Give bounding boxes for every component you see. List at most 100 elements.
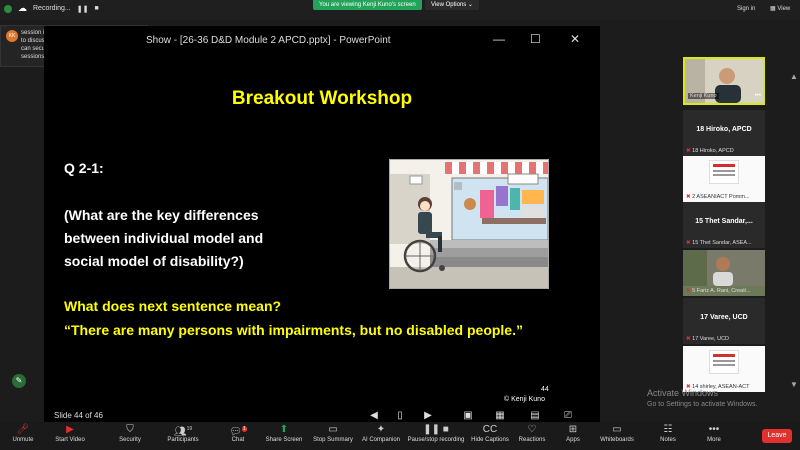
participants-button[interactable]: 👥︎19 Participants <box>164 422 202 450</box>
participant-label: ✖ 2 ASEANIACT Pomm... <box>686 194 750 200</box>
notes-button[interactable]: ☷ Notes <box>656 422 680 450</box>
apps-label: Apps <box>566 437 580 443</box>
security-button[interactable]: ⛉ Security <box>114 422 146 450</box>
chat-badge: 1 <box>241 426 247 432</box>
participant-tile[interactable]: 18 Hiroko, APCD ✖ 18 Hiroko, APCD <box>683 110 765 156</box>
summary-icon: ▭ <box>328 424 338 435</box>
share-screen-icon: ⬆ <box>279 424 289 435</box>
more-button[interactable]: ••• More <box>702 422 726 450</box>
reading-view-icon[interactable]: ▤ <box>529 410 541 422</box>
shared-powerpoint-window: Show - [26-36 D&D Module 2 APCD.pptx] - … <box>44 26 600 426</box>
quote-text: “There are many persons with impairments… <box>64 322 523 338</box>
chat-button[interactable]: 💬︎1 Chat <box>226 422 250 450</box>
participant-label-text: 15 Thet Sandar, ASEA... <box>692 240 752 246</box>
scroll-down-icon[interactable]: ▼ <box>790 380 798 389</box>
normal-view-icon[interactable]: ▣ <box>462 410 474 422</box>
participant-tile[interactable]: ✖ 14 shirley, ASEAN-ACT <box>683 346 765 392</box>
whiteboards-button[interactable]: ▭ Whiteboards <box>598 422 636 450</box>
top-bar: ☁ Recording... ❚❚ ■ You are viewing Kenj… <box>0 0 800 20</box>
stop-icon[interactable]: ■ <box>94 5 98 12</box>
participant-tile[interactable]: ✖ 5 Fariz A. Rani, Creati... <box>683 250 765 296</box>
slide-title: Breakout Workshop <box>231 88 413 109</box>
sparkle-icon: ✦ <box>376 424 386 435</box>
slide-show-icon[interactable]: ⎚ <box>562 410 574 422</box>
question-text: (What are the key differences between in… <box>64 204 263 273</box>
participant-tile[interactable]: 15 Thet Sandar,... ✖ 15 Thet Sandar, ASE… <box>683 202 765 248</box>
slide-counter: Slide 44 of 46 <box>54 411 103 420</box>
slide-canvas: Breakout Workshop Q 2-1: (What are the k… <box>44 56 600 408</box>
activate-windows-title: Activate Windows <box>647 388 719 398</box>
hide-captions-button[interactable]: CC Hide Captions <box>470 422 510 450</box>
participant-tile[interactable]: ✖ 2 ASEANIACT Pomm... <box>683 156 765 202</box>
sign-in-link[interactable]: Sign in <box>737 6 755 12</box>
zoom-meeting-window: ☁ Recording... ❚❚ ■ You are viewing Kenj… <box>0 0 800 450</box>
copyright-text: © Kenji Kuno <box>504 396 545 403</box>
leave-button[interactable]: Leave <box>762 429 792 443</box>
ppt-window-title: Show - [26-36 D&D Module 2 APCD.pptx] - … <box>146 35 391 46</box>
pause-icon[interactable]: ❚❚ <box>77 5 89 13</box>
view-button[interactable]: ▦ View <box>770 5 790 12</box>
scroll-up-icon[interactable]: ▲ <box>790 72 798 81</box>
chevron-down-icon: ⌄ <box>467 2 473 8</box>
shield-icon <box>4 4 12 13</box>
recording-label: Recording... <box>33 5 71 12</box>
chat-label: Chat <box>231 437 245 443</box>
whiteboards-label: Whiteboards <box>600 437 634 443</box>
question-line: (What are the key differences <box>64 207 259 223</box>
annotate-pen-icon[interactable]: ✎ <box>12 374 26 388</box>
participant-tile[interactable]: 17 Varee, UCD ✖ 17 Varee, UCD <box>683 298 765 344</box>
share-screen-button[interactable]: ⬆ Share Screen <box>264 422 304 450</box>
participant-label: ✖ 17 Varee, UCD <box>686 336 729 342</box>
participants-count: 19 <box>186 426 193 432</box>
recording-indicator[interactable]: ☁ Recording... ❚❚ ■ <box>4 3 99 14</box>
shield-icon: ⛉ <box>126 424 134 435</box>
close-icon[interactable]: ✕ <box>570 32 580 46</box>
participant-tile-active-speaker[interactable]: Kenji Kuno ••• <box>683 57 765 105</box>
activate-windows-subtitle: Go to Settings to activate Windows. <box>647 401 758 408</box>
previous-slide-icon[interactable]: ◀ <box>368 410 380 422</box>
view-options-button[interactable]: View Options ⌄ <box>425 0 479 10</box>
mic-muted-icon: 🎤︎ <box>16 424 30 435</box>
minimize-icon[interactable]: — <box>493 32 505 46</box>
people-icon: 👥︎19 <box>173 426 193 438</box>
question-line: social model of disability?) <box>64 253 244 269</box>
more-icon[interactable]: ••• <box>755 93 761 99</box>
start-video-button[interactable]: ▶︎ Start Video <box>50 422 90 450</box>
participant-name: 18 Hiroko, APCD <box>696 126 752 133</box>
security-label: Security <box>119 437 141 443</box>
participant-label-text: 5 Fariz A. Rani, Creati... <box>692 288 751 294</box>
participant-name: 15 Thet Sandar,... <box>695 218 753 225</box>
ai-companion-button[interactable]: ✦ AI Companion <box>360 422 402 450</box>
stop-summary-button[interactable]: ▭ Stop Summary <box>312 422 354 450</box>
apps-button[interactable]: ⊞ Apps <box>560 422 586 450</box>
logo-thumbnail <box>709 160 739 184</box>
participant-label-text: 18 Hiroko, APCD <box>692 148 734 154</box>
reactions-button[interactable]: ♡ Reactions <box>516 422 548 450</box>
unmute-button[interactable]: 🎤︎ Unmute <box>6 422 40 450</box>
pause-recording-button[interactable]: ❚❚ ■ Pause/stop recording <box>406 422 466 450</box>
slide-menu-icon[interactable]: ▯ <box>394 410 406 422</box>
video-feed <box>683 250 765 286</box>
more-label: More <box>707 437 721 443</box>
unmute-label: Unmute <box>12 437 34 443</box>
view-options-label: View Options <box>431 2 467 8</box>
ppt-title-bar: Show - [26-36 D&D Module 2 APCD.pptx] - … <box>44 30 600 52</box>
notes-label: Notes <box>660 437 676 443</box>
question-line: between individual model and <box>64 230 264 246</box>
maximize-icon[interactable]: ☐ <box>530 32 541 46</box>
participant-label: ✖ 18 Hiroko, APCD <box>686 148 734 154</box>
next-slide-icon[interactable]: ▶ <box>422 410 434 422</box>
participant-label-text: 2 ASEANIACT Pomm... <box>692 194 750 200</box>
slide-sorter-icon[interactable]: ▦ <box>494 410 506 422</box>
meeting-toolbar: 🎤︎ Unmute ▶︎ Start Video ⛉ Security 👥︎19… <box>0 422 800 450</box>
ai-companion-label: AI Companion <box>361 437 401 443</box>
share-screen-label: Share Screen <box>265 437 303 443</box>
participant-name: Kenji Kuno <box>688 93 719 99</box>
start-video-label: Start Video <box>55 437 85 443</box>
reactions-label: Reactions <box>518 437 546 443</box>
participants-label: Participants <box>167 437 199 443</box>
hide-captions-label: Hide Captions <box>471 437 509 443</box>
participant-name: 17 Varee, UCD <box>700 314 748 321</box>
slide-page-number: 44 <box>541 386 549 393</box>
notes-icon: ☷ <box>663 424 673 435</box>
